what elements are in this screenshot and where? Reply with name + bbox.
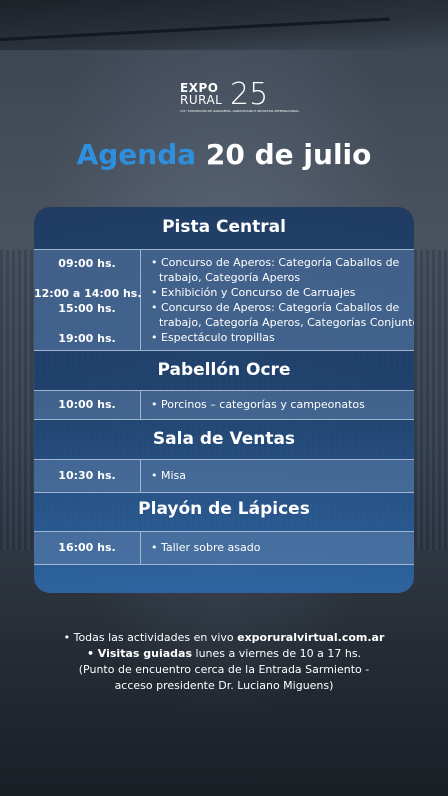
time-label: 12:00 a 14:00 hs.: [34, 287, 142, 300]
activity-item: • Taller sobre asado: [151, 541, 261, 554]
column-divider: [140, 391, 141, 419]
time-label: 10:00 hs.: [58, 398, 116, 411]
logo-subtitle: 131° EXPOSICIÓN DE GANADERÍA, AGRICULTUR…: [180, 109, 300, 113]
time-label: 16:00 hs.: [58, 541, 116, 554]
expo-rural-logo: EXPO RURAL 25 131° EXPOSICIÓN DE GANADER…: [180, 77, 299, 118]
activity-item: • Misa: [151, 469, 187, 482]
activity-item: • Concurso de Aperos: Categoría Caballos…: [151, 256, 400, 269]
time-label: 10:30 hs.: [58, 469, 116, 482]
schedule-row: 10:30 hs. • Misa: [34, 459, 414, 493]
schedule-row: 09:00 hs. 12:00 a 14:00 hs. 15:00 hs. 19…: [34, 249, 414, 351]
title-accent: Agenda: [76, 138, 197, 171]
activity-item: trabajo, Categoría Aperos: [159, 271, 301, 284]
time-label: 09:00 hs.: [58, 257, 116, 270]
section-title-pabellon-ocre: Pabellón Ocre: [157, 360, 291, 380]
footer-access: acceso presidente Dr. Luciano Miguens): [114, 679, 334, 692]
footer-line-visits: • Visitas guiadas lunes a viernes de 10 …: [0, 646, 448, 662]
agenda-card: Pista Central 09:00 hs. 12:00 a 14:00 hs…: [34, 207, 414, 593]
time-label: 15:00 hs.: [58, 302, 116, 315]
guided-visits-hours: lunes a viernes de 10 a 17 hs.: [192, 647, 362, 660]
title-date: 20 de julio: [205, 138, 372, 171]
schedule-row: 10:00 hs. • Porcinos – categorías y camp…: [34, 390, 414, 420]
activity-item: • Espectáculo tropillas: [151, 331, 275, 344]
website-link[interactable]: exporuralvirtual.com.ar: [237, 631, 384, 644]
activity-item: • Exhibición y Concurso de Carruajes: [151, 286, 356, 299]
logo-number: 25: [230, 77, 269, 112]
time-label: 19:00 hs.: [58, 332, 116, 345]
column-divider: [140, 460, 141, 492]
section-title-pista-central: Pista Central: [162, 217, 286, 237]
column-divider: [140, 250, 141, 350]
activity-item: trabajo, Categoría Aperos, Categorías Co…: [159, 316, 414, 329]
section-title-playon-de-lapices: Playón de Lápices: [138, 499, 310, 519]
logo-rural: RURAL: [180, 93, 223, 107]
footer-live-text: • Todas las actividades en vivo: [63, 631, 238, 644]
column-divider: [140, 532, 141, 564]
page-title: Agenda 20 de julio: [0, 138, 448, 171]
schedule-row: 16:00 hs. • Taller sobre asado: [34, 531, 414, 565]
section-title-sala-de-ventas: Sala de Ventas: [152, 429, 296, 449]
activity-item: • Porcinos – categorías y campeonatos: [151, 398, 365, 411]
activity-item: • Concurso de Aperos: Categoría Caballos…: [151, 301, 400, 314]
footer-meeting-point: (Punto de encuentro cerca de la Entrada …: [78, 663, 370, 676]
footer-line-live: • Todas las actividades en vivo exporura…: [0, 630, 448, 646]
stadium-roof: [0, 0, 448, 50]
guided-visits-label: • Visitas guiadas: [86, 647, 193, 660]
footer-info: • Todas las actividades en vivo exporura…: [0, 630, 448, 694]
